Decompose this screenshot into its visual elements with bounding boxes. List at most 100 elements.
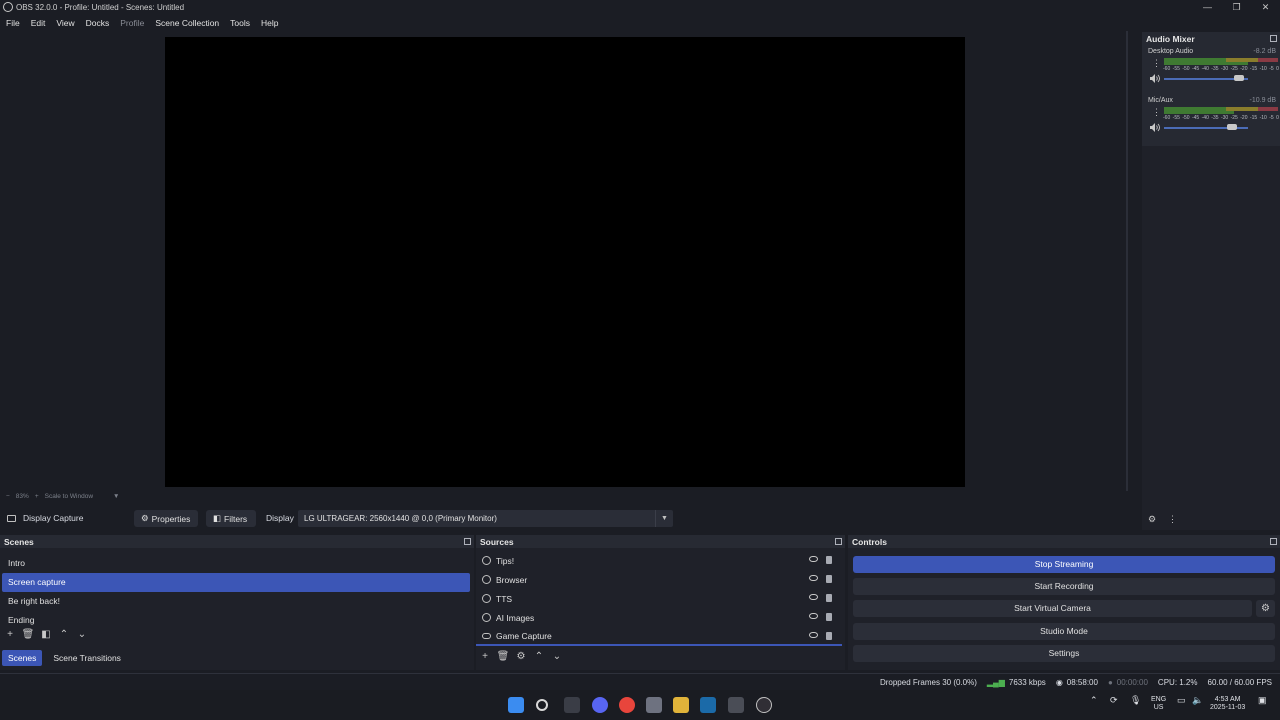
properties-label: Properties bbox=[151, 513, 191, 524]
properties-button[interactable]: ⚙ Properties bbox=[134, 510, 198, 527]
menu-tools[interactable]: Tools bbox=[224, 18, 255, 28]
scale-mode-label[interactable]: Scale to Window bbox=[45, 493, 93, 500]
virtual-camera-settings-icon[interactable]: ⚙ bbox=[1256, 600, 1275, 617]
visibility-eye-icon[interactable] bbox=[809, 613, 818, 619]
sources-title: Sources bbox=[480, 536, 514, 547]
scene-item-be-right-back[interactable]: Be right back! bbox=[2, 592, 470, 611]
studio-mode-button[interactable]: Studio Mode bbox=[853, 623, 1275, 640]
stream-time: 08:58:00 bbox=[1066, 677, 1098, 687]
remove-source-icon[interactable]: 🗑 bbox=[494, 651, 512, 662]
source-properties-icon[interactable]: ⚙ bbox=[512, 651, 530, 662]
volume-slider-handle[interactable] bbox=[1234, 75, 1244, 81]
menu-docks[interactable]: Docks bbox=[80, 18, 115, 28]
menu-edit[interactable]: Edit bbox=[25, 18, 51, 28]
lock-icon[interactable] bbox=[826, 613, 832, 621]
menu-help[interactable]: Help bbox=[255, 18, 283, 28]
speaker-icon[interactable] bbox=[1150, 123, 1160, 132]
scene-list: Intro Screen capture Be right back! Endi… bbox=[0, 554, 472, 630]
source-item-browser[interactable]: Browser bbox=[476, 570, 842, 589]
display-select[interactable]: LG ULTRAGEAR: 2560x1440 @ 0,0 (Primary M… bbox=[298, 510, 673, 527]
volume-icon[interactable]: 🔈 bbox=[1192, 696, 1203, 705]
language-indicator[interactable]: ENG US bbox=[1151, 696, 1166, 712]
move-up-icon[interactable]: ⌃ bbox=[530, 651, 548, 662]
remove-scene-icon[interactable]: 🗑 bbox=[19, 629, 37, 640]
minimize-button[interactable]: — bbox=[1193, 0, 1222, 14]
zoom-in-button[interactable]: + bbox=[35, 493, 39, 500]
visibility-eye-icon[interactable] bbox=[809, 575, 818, 581]
scene-filters-icon[interactable]: ◧ bbox=[37, 629, 55, 640]
source-item-game-capture[interactable]: Game Capture bbox=[476, 627, 842, 646]
move-down-icon[interactable]: ⌄ bbox=[548, 651, 566, 662]
add-source-icon[interactable]: + bbox=[476, 651, 494, 662]
scene-item-ending[interactable]: Ending bbox=[2, 611, 470, 630]
tray-overflow-icon[interactable]: ⌃ bbox=[1090, 696, 1098, 705]
move-up-icon[interactable]: ⌃ bbox=[55, 629, 73, 640]
scale-mode-dropdown-icon[interactable]: ▼ bbox=[113, 493, 119, 500]
zoom-out-button[interactable]: − bbox=[6, 493, 10, 500]
tab-scenes[interactable]: Scenes bbox=[2, 650, 43, 666]
sources-header: Sources bbox=[476, 535, 845, 548]
settings-button[interactable]: Settings bbox=[853, 645, 1275, 662]
scene-item-intro[interactable]: Intro bbox=[2, 554, 470, 573]
file-explorer-icon[interactable] bbox=[673, 697, 689, 713]
maximize-button[interactable]: ❐ bbox=[1222, 0, 1251, 14]
lock-icon[interactable] bbox=[826, 575, 832, 583]
volume-slider-handle[interactable] bbox=[1227, 124, 1237, 130]
preview-canvas[interactable] bbox=[165, 37, 965, 487]
start-virtual-camera-button[interactable]: Start Virtual Camera bbox=[853, 600, 1252, 617]
visibility-eye-icon[interactable] bbox=[809, 556, 818, 562]
visibility-eye-icon[interactable] bbox=[809, 632, 818, 638]
scenes-toolbar: + 🗑 ◧ ⌃ ⌄ bbox=[1, 629, 91, 640]
menu-view[interactable]: View bbox=[50, 18, 79, 28]
source-list: Tips! Browser TTS AI Images Game Capture bbox=[476, 551, 842, 646]
more-icon[interactable]: ⋮ bbox=[1152, 59, 1161, 68]
add-scene-icon[interactable]: + bbox=[1, 629, 19, 640]
menu-file[interactable]: File bbox=[0, 18, 25, 28]
undock-icon[interactable] bbox=[464, 538, 471, 545]
move-down-icon[interactable]: ⌄ bbox=[73, 629, 91, 640]
stop-streaming-button[interactable]: Stop Streaming bbox=[853, 556, 1275, 573]
speaker-icon[interactable] bbox=[1150, 74, 1160, 83]
clock[interactable]: 4:53 AM 2025-11-03 bbox=[1210, 696, 1245, 712]
steam-icon[interactable] bbox=[700, 697, 716, 713]
search-icon[interactable] bbox=[536, 699, 548, 711]
taskbar-app-icon[interactable] bbox=[728, 697, 744, 713]
title-bar: OBS 32.0.0 - Profile: Untitled - Scenes:… bbox=[0, 0, 1280, 14]
microphone-icon[interactable]: 🎙 bbox=[1130, 696, 1141, 705]
tray-sync-icon[interactable]: ⟳ bbox=[1110, 696, 1118, 705]
preview-scrollbar[interactable] bbox=[1126, 31, 1128, 491]
filters-button[interactable]: ◧ Filters bbox=[206, 510, 256, 527]
scene-item-screen-capture[interactable]: Screen capture bbox=[2, 573, 470, 592]
obs-taskbar-icon[interactable] bbox=[756, 697, 772, 713]
browser-source-icon bbox=[482, 594, 491, 603]
start-recording-button[interactable]: Start Recording bbox=[853, 578, 1275, 595]
network-icon[interactable]: ▭ bbox=[1177, 696, 1186, 705]
notifications-icon[interactable]: ▣ bbox=[1258, 696, 1267, 705]
mixer-menu-icon[interactable]: ⋮ bbox=[1168, 514, 1177, 525]
lock-icon[interactable] bbox=[826, 594, 832, 602]
taskbar-app-icon[interactable] bbox=[646, 697, 662, 713]
menu-scene-collection[interactable]: Scene Collection bbox=[149, 18, 224, 28]
taskbar-app-icon[interactable] bbox=[564, 697, 580, 713]
visibility-eye-icon[interactable] bbox=[809, 594, 818, 600]
start-menu-icon[interactable] bbox=[508, 697, 524, 713]
source-item-tips[interactable]: Tips! bbox=[476, 551, 842, 570]
meter-ticks: -60 -55 -50 -45 -40 -35 -30 -25 -20 -15 -10 -5 0 bbox=[1163, 115, 1279, 121]
undock-icon[interactable] bbox=[1270, 35, 1277, 42]
undock-icon[interactable] bbox=[835, 538, 842, 545]
undock-icon[interactable] bbox=[1270, 538, 1277, 545]
close-button[interactable]: ✕ bbox=[1251, 0, 1280, 14]
lock-icon[interactable] bbox=[826, 632, 832, 640]
lock-icon[interactable] bbox=[826, 556, 832, 564]
source-label: AI Images bbox=[496, 612, 535, 623]
discord-icon[interactable] bbox=[592, 697, 608, 713]
source-label: Browser bbox=[496, 574, 528, 585]
source-item-ai-images[interactable]: AI Images bbox=[476, 608, 842, 627]
more-icon[interactable]: ⋮ bbox=[1152, 108, 1161, 117]
source-item-tts[interactable]: TTS bbox=[476, 589, 842, 608]
chrome-icon[interactable] bbox=[619, 697, 635, 713]
dock-tabs: Scenes Scene Transitions bbox=[2, 650, 127, 666]
advanced-audio-icon[interactable]: ⚙ bbox=[1148, 514, 1156, 525]
preview-area[interactable] bbox=[0, 31, 1128, 493]
tab-scene-transitions[interactable]: Scene Transitions bbox=[47, 650, 127, 666]
